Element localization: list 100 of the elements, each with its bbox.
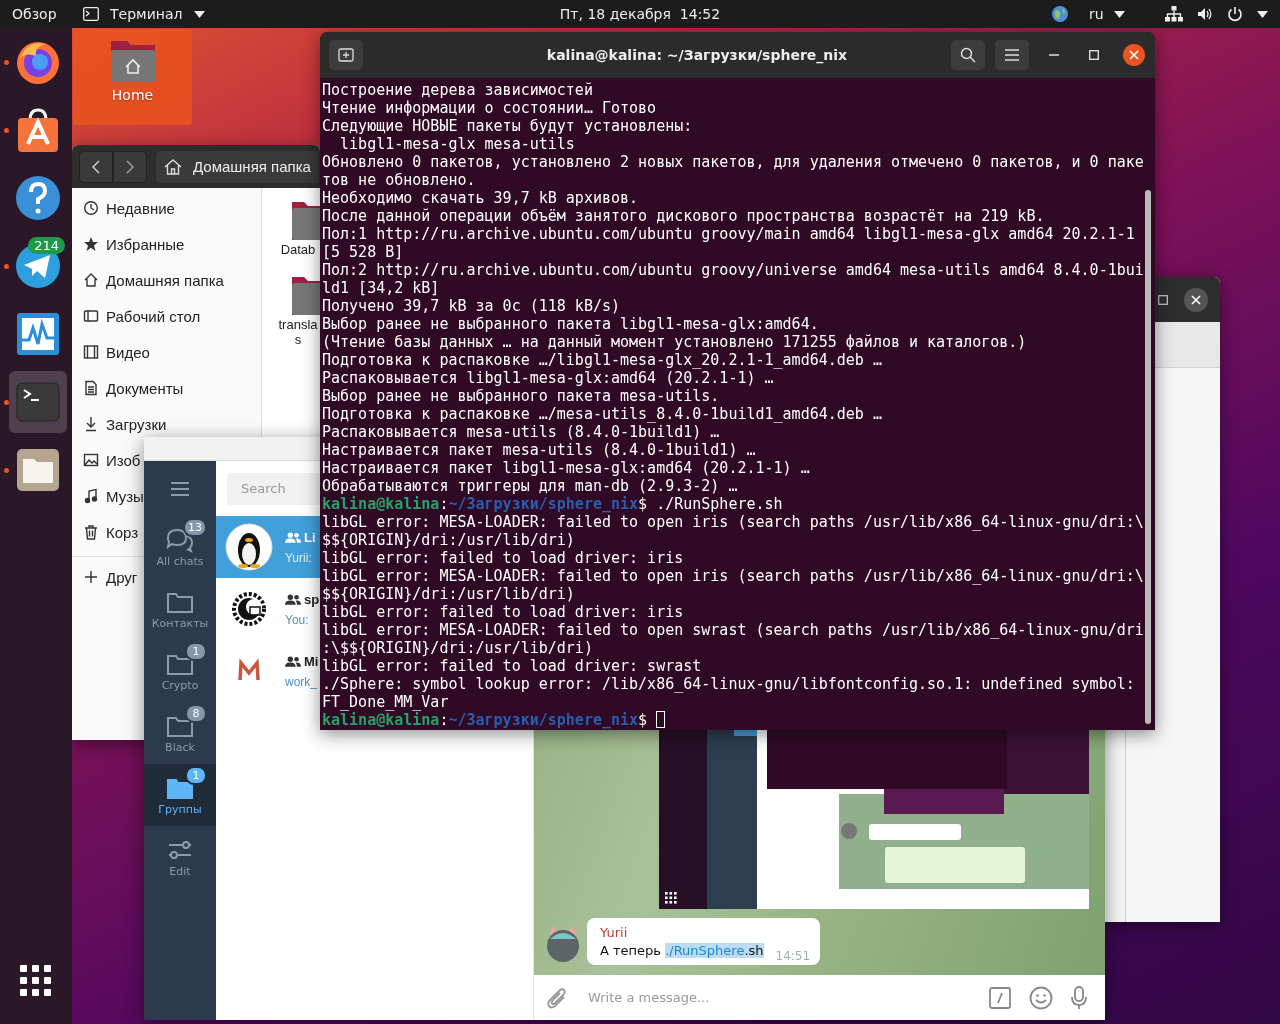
message-text: А теперь ./RunSphere.sh: [600, 943, 764, 958]
terminal-line: Следующие НОВЫЕ пакеты будут установлены:: [322, 117, 693, 135]
chat-title: Li: [304, 529, 316, 545]
avatar: [225, 523, 273, 571]
terminal-line: ld1 [34,2 kB]: [322, 279, 440, 297]
plus-icon: [83, 569, 99, 585]
terminal-line: Подготовка к распаковке …/mesa-utils_8.4.0-1build1_amd64.deb …: [322, 405, 882, 423]
paperclip-icon[interactable]: [546, 985, 568, 1010]
caret-icon[interactable]: [1257, 10, 1268, 18]
terminal-line: Выбор ранее не выбранного пакета libgl1-mesa-glx:amd64.: [322, 315, 819, 333]
search-field[interactable]: Search: [227, 472, 320, 505]
close-button[interactable]: [1184, 287, 1208, 312]
chat-preview: Yurii:: [285, 550, 313, 565]
sidebar-item[interactable]: Загрузки: [72, 406, 167, 442]
chat-title: sp: [304, 591, 320, 607]
close-button[interactable]: [1123, 44, 1145, 66]
globe-icon[interactable]: [1050, 5, 1069, 23]
menu-button[interactable]: [995, 40, 1029, 70]
sidebar-item[interactable]: Корз: [72, 514, 139, 550]
activities-button[interactable]: Обзор: [6, 3, 63, 25]
folder-tab[interactable]: 1 Группы: [144, 764, 216, 826]
terminal-line: $${ORIGIN}/dri:/usr/lib/dri): [322, 585, 575, 603]
scrollbar[interactable]: [1145, 190, 1151, 724]
folder-tab[interactable]: Контакты: [144, 578, 216, 640]
trash-icon: [83, 524, 99, 540]
terminal-line: После данной операции объём занятого дискового пространства возрастёт на 219 kB.: [322, 207, 1045, 225]
sidebar-item[interactable]: Избранные: [72, 226, 185, 262]
path-button[interactable]: Домашняя папка: [156, 150, 319, 183]
group-icon: [285, 593, 301, 605]
terminal-line: Пол:1 http://ru.archive.ubuntu.com/ubuntu groovy/main amd64 libgl1-mesa-glx amd64 20.2.1-1: [322, 225, 1135, 243]
network-icon[interactable]: [1165, 6, 1183, 22]
sidebar-item[interactable]: Изоб: [72, 442, 141, 478]
terminal-line: libGL error: failed to load driver: iris: [322, 603, 684, 621]
desktop-icon[interactable]: Home: [73, 29, 192, 125]
terminal-line: Необходимо скачать 39,7 kB архивов.: [322, 189, 639, 207]
terminal-line: libgl1-mesa-glx mesa-utils: [339, 135, 575, 153]
document-icon: [83, 380, 99, 396]
grid-icon: [20, 965, 52, 997]
forward-button[interactable]: [113, 150, 147, 183]
terminal-icon: [82, 7, 99, 21]
terminal-line: libGL error: failed to load driver: iris: [322, 549, 684, 567]
folder-tab[interactable]: 8 Black: [144, 702, 216, 764]
chat-item[interactable]: Mi work_: [216, 640, 320, 702]
keyboard-layout[interactable]: ru: [1082, 3, 1131, 25]
menu-icon: [1005, 49, 1019, 61]
folder-name: Datab: [279, 242, 317, 257]
help-icon: [14, 174, 62, 222]
home-icon: [164, 158, 182, 175]
sidebar-item[interactable]: Видео: [72, 334, 150, 370]
bot-command-icon[interactable]: [989, 986, 1011, 1009]
new-tab-button[interactable]: [329, 40, 363, 70]
volume-icon[interactable]: [1197, 7, 1213, 21]
film-icon: [83, 344, 99, 360]
unread-badge: 1: [185, 765, 207, 785]
sidebar-item[interactable]: Друг: [72, 559, 138, 595]
download-icon: [83, 416, 99, 432]
app-menu[interactable]: Терминал: [76, 3, 211, 25]
terminal-line: Построение дерева зависимостей: [322, 81, 593, 99]
menu-icon: [171, 481, 189, 496]
chat-preview: You:: [285, 612, 310, 627]
folder-tab[interactable]: 13 All chats: [144, 516, 216, 578]
sidebar-item[interactable]: Домашняя папка: [72, 262, 224, 298]
terminal-line: libGL error: MESA-LOADER: failed to open iris (search paths /usr/lib/x86_64-linux-gnu/dri:\: [322, 567, 1144, 585]
search-button[interactable]: [951, 40, 985, 70]
microphone-icon[interactable]: [1071, 985, 1087, 1010]
group-icon: [285, 655, 301, 667]
chevron-left-icon: [92, 159, 100, 174]
terminal-line: Выбор ранее не выбранного пакета mesa-utils.: [322, 387, 720, 405]
clock[interactable]: Пт, 18 декабря 14:52: [553, 3, 727, 25]
terminal-line: libGL error: MESA-LOADER: failed to open iris (search paths /usr/lib/x86_64-linux-gnu/dri:\: [322, 513, 1144, 531]
sidebar-item[interactable]: Недавние: [72, 190, 175, 226]
search-icon: [960, 47, 976, 63]
terminal-line: Подготовка к распаковке …/libgl1-mesa-glx_20.2.1-1_amd64.deb …: [322, 351, 882, 369]
sidebar-item[interactable]: Музы: [72, 478, 144, 514]
terminal-line: Обновлено 0 пакетов, установлено 2 новых пакетов, для удаления отмечено 0 пакетов, и 0 паке: [322, 153, 1144, 171]
power-icon[interactable]: [1227, 6, 1243, 22]
terminal-line: Получено 39,7 kB за 0с (118 kB/s): [322, 297, 620, 315]
terminal-line: Обрабатываются триггеры для man-db (2.9.3-2) …: [322, 477, 738, 495]
terminal-line: kalina@kalina:~/Загрузки/sphere_nix$: [322, 711, 648, 729]
caret-icon: [193, 10, 205, 18]
chevron-right-icon: [126, 159, 134, 174]
chat-item[interactable]: sp You:: [216, 578, 320, 640]
message-time: 14:51: [775, 949, 811, 963]
group-icon: [285, 531, 301, 543]
maximize-icon[interactable]: [1158, 294, 1168, 305]
sidebar-item[interactable]: Документы: [72, 370, 184, 406]
folder-tab[interactable]: 1 Crypto: [144, 640, 216, 702]
terminal-line: :\$${ORIGIN}/dri:/usr/lib/dri): [322, 639, 593, 657]
dock-app[interactable]: 214: [9, 235, 67, 297]
terminal-line: Чтение информации о состоянии… Готово: [322, 99, 657, 117]
folder-tab[interactable]: Edit: [144, 826, 216, 888]
back-button[interactable]: [79, 150, 113, 183]
emoji-icon[interactable]: [1029, 985, 1053, 1010]
maximize-icon: [1089, 50, 1099, 60]
terminal-line: libGL error: MESA-LOADER: failed to open swrast (search paths /usr/lib/x86_64-linux-gnu/dri: [322, 621, 1144, 639]
sidebar-item[interactable]: Рабочий стол: [72, 298, 201, 334]
waveform-icon: [14, 310, 62, 358]
message-author: Yurii: [600, 925, 629, 940]
minimize-icon: [1049, 54, 1059, 56]
home-folder-icon: [108, 39, 157, 83]
